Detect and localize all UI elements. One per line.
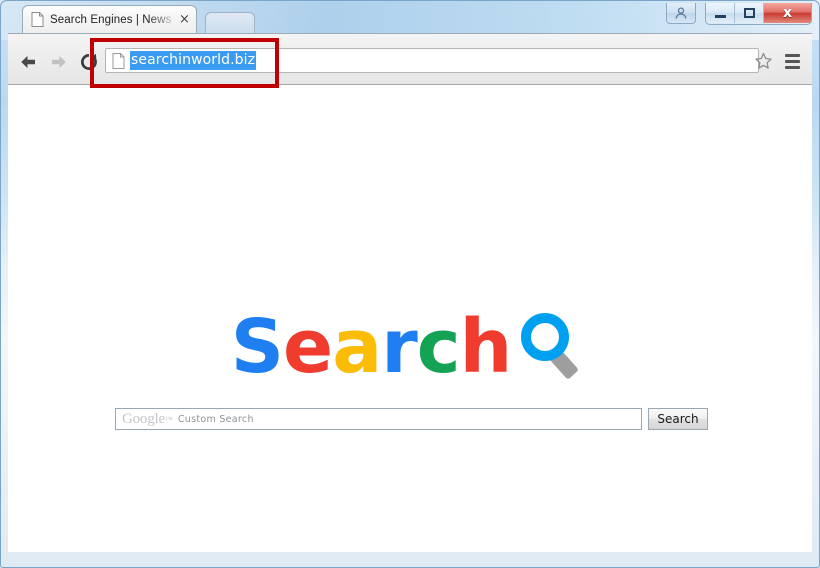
logo-letter-2: a [332, 304, 382, 390]
tab-strip: Search Engines | News sea × x [0, 0, 820, 33]
menu-icon-line [784, 59, 800, 63]
tab-title: Search Engines | News sea [50, 13, 175, 26]
user-profile-icon[interactable] [666, 3, 696, 24]
browser-toolbar: searchinworld.biz [8, 33, 812, 85]
window-controls: x [666, 3, 812, 25]
minimize-icon [714, 14, 726, 18]
new-tab-button[interactable] [205, 12, 255, 33]
page-icon [31, 12, 44, 27]
logo-letter-5: h [459, 304, 513, 390]
maximize-icon [743, 8, 755, 18]
menu-icon-line [784, 53, 800, 57]
logo-letter-4: c [416, 304, 461, 390]
minimize-button[interactable] [706, 3, 735, 23]
page-icon [112, 52, 125, 69]
back-arrow-icon [21, 56, 35, 68]
logo-letter-0: S [230, 304, 284, 390]
logo-letter-1: e [283, 304, 333, 390]
reload-icon [81, 53, 97, 70]
logo-letter-3: r [381, 304, 417, 390]
browser-tab[interactable]: Search Engines | News sea × [22, 5, 197, 33]
menu-icon-line [784, 65, 800, 69]
address-bar[interactable]: searchinworld.biz [105, 48, 759, 73]
search-input[interactable]: Google ™ Custom Search [115, 408, 642, 430]
close-button[interactable]: x [764, 3, 811, 23]
page-content: Search Google ™ Custom Search Search [8, 85, 812, 552]
search-submit-button[interactable]: Search [648, 408, 708, 430]
forward-arrow-icon [52, 56, 66, 68]
window-button-group: x [705, 3, 812, 25]
maximize-button[interactable] [735, 3, 764, 23]
search-placeholder-brand: Google [122, 410, 165, 427]
site-logo-text: Search [231, 307, 512, 387]
search-form: Google ™ Custom Search Search [115, 408, 715, 430]
browser-window: Search Engines | News sea × x [0, 0, 820, 568]
back-button[interactable] [16, 50, 40, 74]
reload-button[interactable] [77, 50, 101, 74]
tab-close-icon[interactable]: × [177, 12, 192, 27]
menu-button[interactable] [782, 50, 802, 72]
address-bar-url[interactable]: searchinworld.biz [130, 51, 257, 70]
search-placeholder-text: Custom Search [177, 413, 254, 425]
bookmark-star-icon[interactable] [752, 50, 774, 72]
forward-button [47, 50, 71, 74]
magnifier-icon [515, 309, 589, 383]
close-icon: x [782, 5, 793, 21]
search-placeholder-tm: ™ [164, 414, 173, 424]
site-logo: Search [8, 307, 812, 387]
